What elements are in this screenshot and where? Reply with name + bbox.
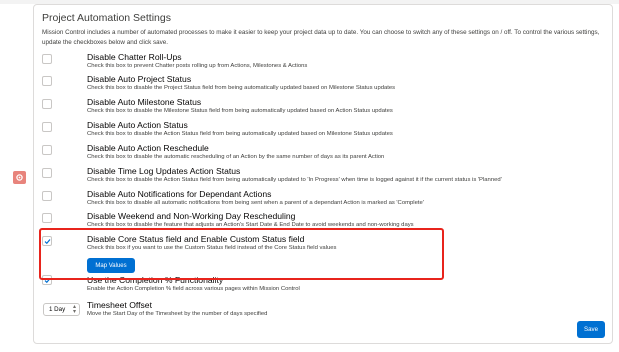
setting-title: Disable Auto Project Status [87, 74, 192, 84]
setting-description: Check this box to prevent Chatter posts … [87, 63, 308, 69]
setting-title: Disable Auto Action Reschedule [87, 143, 209, 153]
section-title: Project Automation Settings [42, 12, 171, 24]
setting-description: Check this box to disable all automatic … [87, 200, 424, 206]
setting-disable-auto-notifications: Disable Auto Notifications for Dependant… [42, 189, 602, 211]
setting-title: Disable Time Log Updates Action Status [87, 166, 241, 176]
setting-checkbox[interactable] [42, 54, 52, 64]
setting-checkbox[interactable] [42, 122, 52, 132]
setting-title: Disable Chatter Roll-Ups [87, 52, 182, 62]
setting-disable-auto-action-reschedule: Disable Auto Action Reschedule Check thi… [42, 143, 602, 165]
setting-checkbox[interactable] [42, 99, 52, 109]
setting-timesheet-offset: Timesheet Offset Move the Start Day of t… [42, 300, 602, 322]
setting-checkbox[interactable] [42, 168, 52, 178]
setting-disable-auto-project-status: Disable Auto Project Status Check this b… [42, 74, 602, 96]
setting-checkbox[interactable] [42, 76, 52, 86]
setting-disable-auto-milestone-status: Disable Auto Milestone Status Check this… [42, 97, 602, 119]
setting-title: Disable Auto Milestone Status [87, 97, 202, 107]
save-button[interactable]: Save [577, 321, 605, 338]
setting-description: Check this box to disable the automatic … [87, 154, 385, 160]
highlight-box [39, 228, 444, 280]
setting-description: Check this box to disable the Project St… [87, 85, 396, 91]
setting-description: Check this box to disable the Action Sta… [87, 177, 502, 183]
setting-checkbox[interactable] [42, 145, 52, 155]
setting-description: Move the Start Day of the Timesheet by t… [87, 311, 268, 317]
setting-title: Disable Auto Notifications for Dependant… [87, 189, 272, 199]
gear-icon[interactable] [13, 171, 26, 184]
setting-description: Enable the Action Completion % field acr… [87, 286, 300, 292]
setting-disable-chatter-rollups: Disable Chatter Roll-Ups Check this box … [42, 52, 602, 74]
setting-disable-auto-action-status: Disable Auto Action Status Check this bo… [42, 120, 602, 142]
setting-title: Timesheet Offset [87, 300, 152, 310]
setting-checkbox[interactable] [42, 191, 52, 201]
setting-description: Check this box to disable the Action Sta… [87, 131, 393, 137]
setting-description: Check this box to disable the Milestone … [87, 108, 393, 114]
section-intro: Mission Control includes a number of aut… [42, 29, 600, 46]
setting-title: Disable Weekend and Non-Working Day Resc… [87, 211, 296, 221]
setting-disable-time-log-updates: Disable Time Log Updates Action Status C… [42, 166, 602, 188]
setting-checkbox[interactable] [42, 213, 52, 223]
setting-title: Disable Auto Action Status [87, 120, 188, 130]
